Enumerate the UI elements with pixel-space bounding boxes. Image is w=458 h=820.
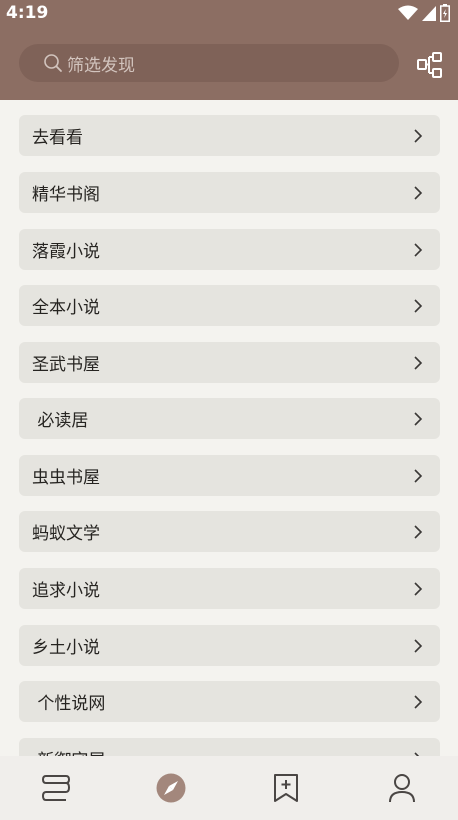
list-item-label: 乡土小说: [32, 638, 100, 658]
status-time: 4:19: [6, 3, 49, 23]
nav-profile[interactable]: [384, 770, 420, 806]
list-item-label: 新御宅屋: [32, 746, 105, 756]
chevron-right-icon: [414, 524, 423, 539]
tree-structure-icon: [417, 52, 442, 78]
discover-source-list: 去看看 精华书阁 落霞小说 全本小说 圣武书屋 必读居 虫虫书屋 蚂蚁文学 追求…: [0, 100, 458, 756]
list-item[interactable]: 必读居: [19, 398, 440, 439]
search-icon: [44, 54, 62, 72]
chevron-right-icon: [414, 128, 423, 143]
list-item[interactable]: 个性说网: [19, 681, 440, 722]
list-item[interactable]: 去看看: [19, 115, 440, 156]
list-item-label: 精华书阁: [32, 185, 100, 205]
list-item-label: 落霞小说: [32, 242, 100, 262]
status-bar: 4:19: [0, 0, 458, 26]
compass-icon: [156, 773, 186, 803]
list-item-label: 蚂蚁文学: [32, 524, 100, 544]
person-icon: [389, 774, 415, 803]
list-item[interactable]: 虫虫书屋: [19, 455, 440, 496]
bookmark-add-icon: [274, 774, 298, 802]
chevron-right-icon: [414, 298, 423, 313]
chevron-right-icon: [414, 468, 423, 483]
list-item-label: 圣武书屋: [32, 355, 100, 375]
list-item-label: 虫虫书屋: [32, 468, 100, 488]
bottom-navigation: [0, 756, 458, 820]
nav-discover[interactable]: [153, 770, 189, 806]
chevron-right-icon: [414, 355, 423, 370]
nav-bookshelf[interactable]: [38, 770, 74, 806]
battery-icon: [440, 4, 450, 22]
list-item-label: 追求小说: [32, 581, 100, 601]
list-item-label: 必读居: [32, 411, 89, 431]
list-item-label: 全本小说: [32, 298, 100, 318]
list-item[interactable]: 全本小说: [19, 285, 440, 326]
chevron-right-icon: [414, 185, 423, 200]
category-tree-button[interactable]: [416, 51, 444, 79]
list-item-label: 去看看: [32, 128, 83, 148]
list-item[interactable]: 追求小说: [19, 568, 440, 609]
chevron-right-icon: [414, 638, 423, 653]
bookshelf-icon: [41, 775, 71, 801]
list-item[interactable]: 圣武书屋: [19, 342, 440, 383]
list-item[interactable]: 乡土小说: [19, 625, 440, 666]
nav-bookmarks[interactable]: [268, 770, 304, 806]
chevron-right-icon: [414, 242, 423, 257]
signal-icon: [422, 6, 436, 21]
search-bar[interactable]: 筛选发现: [19, 44, 399, 82]
chevron-right-icon: [414, 581, 423, 596]
list-item[interactable]: 精华书阁: [19, 172, 440, 213]
list-item[interactable]: 新御宅屋: [19, 738, 440, 756]
list-item[interactable]: 落霞小说: [19, 229, 440, 270]
search-input[interactable]: 筛选发现: [67, 51, 135, 76]
status-icons: [398, 4, 450, 22]
list-item[interactable]: 蚂蚁文学: [19, 511, 440, 552]
chevron-right-icon: [414, 694, 423, 709]
list-item-label: 个性说网: [32, 694, 106, 714]
chevron-right-icon: [414, 411, 423, 426]
top-app-bar: 4:19 筛选发现: [0, 0, 458, 100]
wifi-icon: [398, 5, 418, 20]
